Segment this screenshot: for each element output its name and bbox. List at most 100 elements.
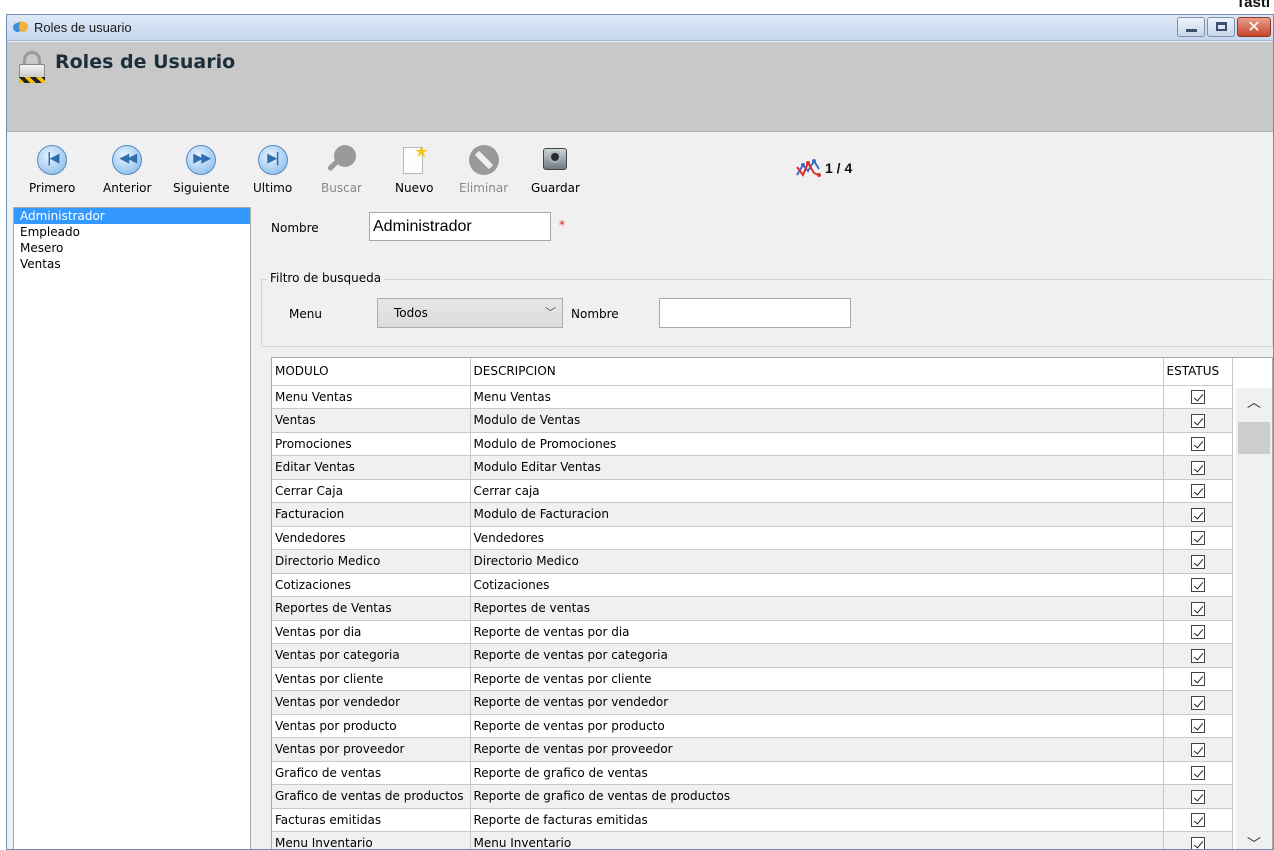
table-row[interactable]: Ventas por categoria Reporte de ventas po… [272,643,1233,668]
table-row[interactable]: Reportes de Ventas Reportes de ventas [272,596,1233,621]
estatus-checkbox[interactable] [1190,390,1205,404]
estatus-cell [1163,761,1233,785]
title-bar[interactable]: Roles de usuario ✕ [7,15,1273,41]
siguiente-label: Siguiente [173,181,230,195]
delete-icon [468,145,499,175]
table-row[interactable]: Directorio Medico Directorio Medico [272,549,1233,574]
window-title: Roles de usuario [34,20,132,35]
estatus-checkbox[interactable] [1190,719,1205,733]
maximize-button[interactable] [1207,17,1235,37]
table-row[interactable]: Grafico de ventas de productos Reporte de… [272,784,1233,809]
descripcion-cell: Menu Ventas [470,385,1164,409]
role-list-item[interactable]: Ventas [14,256,250,272]
guardar-button[interactable]: Guardar [531,145,580,195]
descripcion-cell: Reporte de ventas por dia [470,620,1164,644]
modulo-cell: Grafico de ventas [272,761,471,785]
table-scrollbar[interactable]: ︿ ﹀ [1236,388,1272,849]
role-list-item[interactable]: Administrador [14,208,250,224]
close-button[interactable]: ✕ [1237,17,1271,37]
nuevo-button[interactable]: ★ Nuevo [395,142,433,195]
estatus-checkbox[interactable] [1190,507,1205,522]
table-row[interactable]: Ventas por producto Reporte de ventas por… [272,714,1233,738]
table-row[interactable]: Menu Ventas Menu Ventas [272,385,1233,409]
scroll-down-icon[interactable]: ﹀ [1236,834,1272,849]
estatus-checkbox[interactable] [1190,742,1205,757]
modulo-cell: Reportes de Ventas [272,596,471,621]
estatus-checkbox[interactable] [1190,625,1205,639]
modulo-cell: Editar Ventas [272,455,471,480]
column-header-modulo[interactable]: MODULO [272,358,471,386]
table-row[interactable]: Grafico de ventas Reporte de grafico de v… [272,761,1233,785]
modulo-cell: Grafico de ventas de productos [272,784,471,809]
estatus-checkbox[interactable] [1190,695,1205,710]
table-row[interactable]: Cotizaciones Cotizaciones [272,573,1233,597]
modulo-cell: Ventas por cliente [272,667,471,691]
primero-button[interactable]: |◀ Primero [29,145,75,195]
estatus-checkbox[interactable] [1190,460,1205,475]
role-list-item[interactable]: Empleado [14,224,250,240]
table-row[interactable]: Editar Ventas Modulo Editar Ventas [272,455,1233,480]
scroll-up-icon[interactable]: ︿ [1236,392,1272,412]
estatus-cell [1163,455,1233,480]
descripcion-cell: Reporte de facturas emitidas [470,808,1164,832]
table-row[interactable]: Menu Inventario Menu Inventario [272,831,1233,849]
toolbar: |◀ Primero ◀◀ Anterior ▶▶ Siguiente ▶| U… [7,133,1273,205]
table-row[interactable]: Ventas por vendedor Reporte de ventas por… [272,690,1233,715]
table-row[interactable]: Vendedores Vendedores [272,526,1233,550]
roles-list[interactable]: Administrador Empleado Mesero Ventas [13,207,251,849]
menu-select[interactable]: Todos ﹀ [377,298,563,328]
eliminar-button[interactable]: Eliminar [459,145,508,195]
estatus-checkbox[interactable] [1190,789,1205,804]
roles-window: Roles de usuario ✕ Roles de Usuario |◀ P… [6,14,1274,850]
estatus-cell [1163,408,1233,433]
table-row[interactable]: Facturacion Modulo de Facturacion [272,502,1233,527]
minimize-icon [1186,29,1197,32]
eliminar-label: Eliminar [459,181,509,195]
table-row[interactable]: Promociones Modulo de Promociones [272,432,1233,456]
estatus-checkbox[interactable] [1190,578,1205,592]
anterior-label: Anterior [103,181,152,195]
lock-icon [19,51,45,83]
estatus-checkbox[interactable] [1190,601,1205,616]
descripcion-cell: Reporte de ventas por cliente [470,667,1164,691]
table-header-row: MODULO DESCRIPCION ESTATUS [272,358,1233,386]
minimize-button[interactable] [1177,17,1205,37]
table-row[interactable]: Ventas por cliente Reporte de ventas por … [272,667,1233,691]
estatus-checkbox[interactable] [1190,766,1205,780]
column-header-estatus[interactable]: ESTATUS [1163,358,1233,386]
siguiente-button[interactable]: ▶▶ Siguiente [173,145,230,195]
estatus-checkbox[interactable] [1190,484,1205,498]
estatus-checkbox[interactable] [1190,437,1205,451]
estatus-checkbox[interactable] [1190,648,1205,663]
descripcion-cell: Reportes de ventas [470,596,1164,621]
table-row[interactable]: Cerrar Caja Cerrar caja [272,479,1233,503]
table-row[interactable]: Ventas por dia Reporte de ventas por dia [272,620,1233,644]
anterior-button[interactable]: ◀◀ Anterior [103,145,151,195]
descripcion-cell: Modulo de Facturacion [470,502,1164,527]
estatus-cell [1163,573,1233,597]
filter-nombre-label: Nombre [571,307,619,321]
column-header-descripcion[interactable]: DESCRIPCION [470,358,1164,386]
estatus-checkbox[interactable] [1190,413,1205,428]
estatus-checkbox[interactable] [1190,531,1205,545]
estatus-checkbox[interactable] [1190,672,1205,686]
estatus-checkbox[interactable] [1190,554,1205,569]
modulo-cell: Ventas por dia [272,620,471,644]
estatus-checkbox[interactable] [1190,836,1205,849]
ultimo-label: Ultimo [253,181,293,195]
close-icon: ✕ [1247,17,1261,36]
maximize-icon [1216,22,1227,31]
filter-nombre-input[interactable] [659,298,851,328]
estatus-checkbox[interactable] [1190,813,1205,827]
nombre-input[interactable]: Administrador [369,212,551,241]
table-row[interactable]: Ventas por proveedor Reporte de ventas po… [272,737,1233,762]
role-list-item[interactable]: Mesero [14,240,250,256]
table-row[interactable]: Facturas emitidas Reporte de facturas emi… [272,808,1233,832]
estatus-cell [1163,667,1233,691]
scrollbar-thumb[interactable] [1238,422,1270,454]
estatus-cell [1163,596,1233,621]
buscar-button[interactable]: Buscar [321,145,362,195]
ultimo-button[interactable]: ▶| Ultimo [253,145,292,195]
estatus-cell [1163,385,1233,409]
table-row[interactable]: Ventas Modulo de Ventas [272,408,1233,433]
